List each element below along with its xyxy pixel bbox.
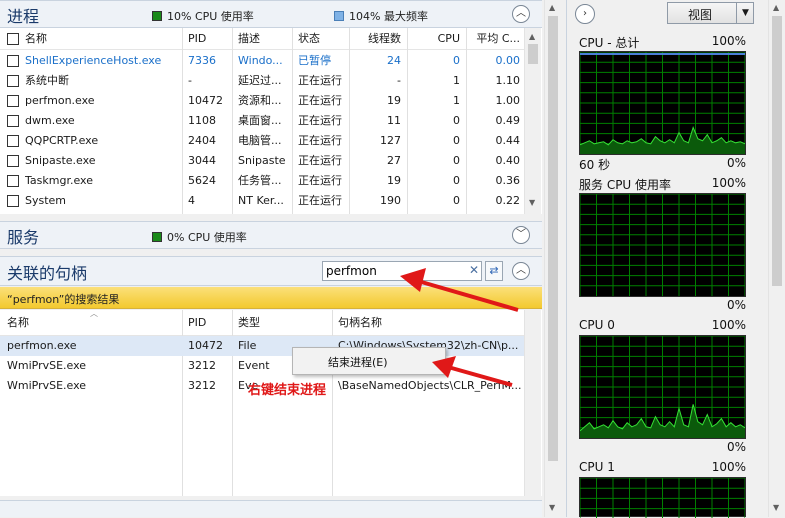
- cpu-total-max: 100%: [711, 34, 746, 48]
- collapse-panel-icon[interactable]: ›: [575, 4, 595, 24]
- annotation-arrows: [400, 268, 519, 387]
- search-arrow-line: [417, 279, 519, 312]
- search-arrowhead: [400, 268, 426, 292]
- view-dropdown-label: 视图: [688, 8, 713, 22]
- cpu-total-time: 60 秒: [579, 158, 611, 172]
- cpu0-max: 100%: [711, 318, 746, 332]
- graphs-scrollbar[interactable]: ▲ ▼: [768, 0, 785, 517]
- service-cpu-title: 服务 CPU 使用率: [579, 178, 672, 192]
- left-panel: 进程 10% CPU 使用率 104% 最大频率 ︿ 名称 PID 描述 状态 …: [0, 0, 563, 517]
- right-click-annotation: 右键结束进程: [248, 383, 327, 398]
- cpu1-graph: [579, 477, 746, 518]
- service-cpu-min: 0%: [726, 298, 746, 312]
- cpu1-title: CPU 1: [579, 460, 615, 474]
- cpu-total-graph: [579, 51, 746, 155]
- scroll-down-icon[interactable]: ▼: [773, 503, 779, 512]
- cpu1-max: 100%: [711, 460, 746, 474]
- cpu0-min: 0%: [726, 440, 746, 454]
- view-dropdown[interactable]: 视图 ▼: [667, 2, 754, 24]
- scroll-thumb[interactable]: [772, 16, 782, 286]
- menu-arrow-line: [447, 365, 513, 387]
- cpu0-title: CPU 0: [579, 318, 615, 332]
- cpu-total-min: 0%: [726, 156, 746, 170]
- service-cpu-max: 100%: [711, 176, 746, 190]
- cpu0-graph: [579, 335, 746, 439]
- scroll-up-icon[interactable]: ▲: [773, 3, 779, 12]
- service-cpu-graph: [579, 193, 746, 297]
- cpu-total-title: CPU - 总计: [579, 36, 640, 50]
- chevron-down-icon[interactable]: ▼: [736, 3, 754, 23]
- graphs-panel: › 视图 ▼ CPU - 总计 100% 60 秒 0% 服务 CPU 使用率 …: [566, 0, 785, 518]
